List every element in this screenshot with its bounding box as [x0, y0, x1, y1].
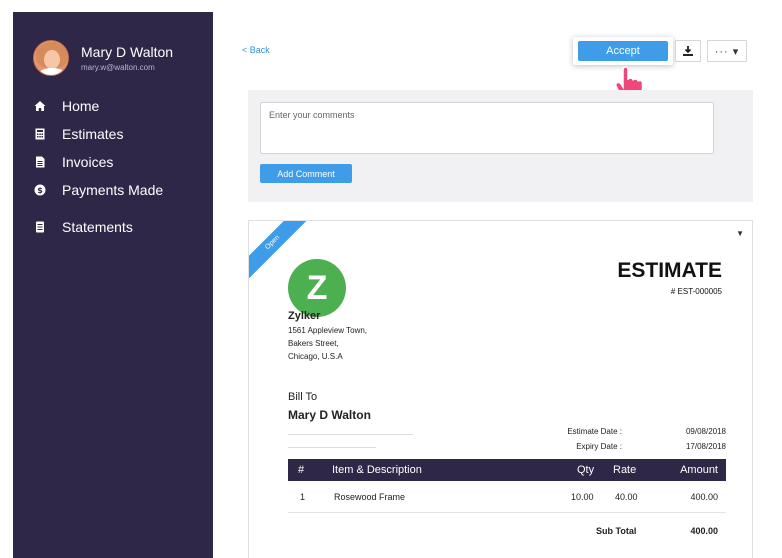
- sidebar-item-statements[interactable]: Statements: [33, 213, 203, 241]
- user-email: mary.w@walton.com: [81, 63, 155, 72]
- col-rate: Rate: [613, 464, 637, 476]
- sidebar-item-payments-made[interactable]: $ Payments Made: [33, 176, 203, 204]
- row-rate: 40.00: [615, 492, 638, 502]
- accept-button[interactable]: Accept: [578, 41, 668, 61]
- sidebar: Mary D Walton mary.w@walton.com Home Est…: [13, 12, 213, 558]
- download-button[interactable]: [675, 40, 701, 62]
- table-row: 1 Rosewood Frame 10.00 40.00 400.00: [288, 483, 726, 511]
- estimates-icon: [33, 127, 47, 141]
- row-divider: [288, 512, 726, 513]
- user-name: Mary D Walton: [81, 44, 174, 60]
- sidebar-item-label: Invoices: [62, 154, 114, 170]
- statements-icon: [33, 220, 47, 234]
- expiry-date-label: Expiry Date :: [576, 442, 622, 451]
- row-number: 1: [300, 492, 306, 502]
- back-link[interactable]: < Back: [242, 45, 270, 55]
- address-placeholder-line: [288, 434, 413, 435]
- address-placeholder-line: [288, 447, 376, 448]
- bill-to-label: Bill To: [288, 391, 318, 403]
- col-number: #: [298, 464, 305, 476]
- invoice-icon: [33, 155, 47, 169]
- subtotal-value: 400.00: [690, 526, 718, 536]
- estimate-document: Open ▼ Z ESTIMATE # EST-000005 Zylker 15…: [248, 220, 753, 558]
- sidebar-item-label: Payments Made: [62, 182, 164, 198]
- estimate-date-value: 09/08/2018: [685, 427, 726, 436]
- sidebar-item-estimates[interactable]: Estimates: [33, 120, 203, 148]
- company-logo: Z: [288, 259, 346, 317]
- download-icon: [683, 46, 693, 56]
- expiry-date-value: 17/08/2018: [685, 442, 726, 451]
- date-values: 09/08/2018 17/08/2018: [656, 427, 726, 457]
- avatar: [33, 40, 69, 76]
- comment-panel: Add Comment: [248, 90, 753, 202]
- home-icon: [33, 99, 47, 113]
- bill-to-name: Mary D Walton: [288, 408, 371, 422]
- row-amount: 400.00: [690, 492, 718, 502]
- date-labels: Estimate Date : Expiry Date :: [554, 427, 622, 457]
- org-address-line: Bakers Street,: [288, 339, 339, 348]
- sidebar-item-home[interactable]: Home: [33, 92, 203, 120]
- estimate-number: # EST-000005: [670, 287, 722, 296]
- org-address-line: 1561 Appleview Town,: [288, 326, 368, 335]
- svg-text:$: $: [37, 186, 43, 195]
- items-table-header: # Item & Description Qty Rate Amount: [288, 459, 726, 481]
- sidebar-item-label: Statements: [62, 219, 133, 235]
- row-item: Rosewood Frame: [334, 492, 406, 502]
- org-address-line: Chicago, U.S.A: [288, 352, 343, 361]
- row-qty: 10.00: [571, 492, 594, 502]
- sidebar-item-invoices[interactable]: Invoices: [33, 148, 203, 176]
- comment-input[interactable]: [260, 102, 714, 154]
- chevron-down-icon[interactable]: ▼: [736, 229, 744, 238]
- subtotal-row: Sub Total 400.00: [288, 526, 726, 542]
- organization-block: Zylker 1561 Appleview Town, Bakers Stree…: [288, 310, 367, 361]
- user-profile[interactable]: Mary D Walton mary.w@walton.com: [33, 40, 173, 76]
- col-qty: Qty: [577, 464, 595, 476]
- subtotal-label: Sub Total: [596, 526, 637, 536]
- accept-popover: Accept: [573, 37, 673, 65]
- col-item: Item & Description: [332, 464, 422, 476]
- sidebar-nav: Home Estimates Invoices $ Payments Made …: [33, 92, 203, 241]
- org-name: Zylker: [288, 310, 321, 322]
- document-title: ESTIMATE: [617, 259, 722, 282]
- estimate-date-label: Estimate Date :: [567, 427, 622, 436]
- add-comment-button[interactable]: Add Comment: [260, 164, 352, 183]
- col-amount: Amount: [680, 464, 718, 476]
- sidebar-item-label: Estimates: [62, 126, 124, 142]
- more-options-button[interactable]: ··· ▾: [707, 40, 747, 62]
- dollar-icon: $: [33, 183, 47, 197]
- sidebar-item-label: Home: [62, 98, 100, 114]
